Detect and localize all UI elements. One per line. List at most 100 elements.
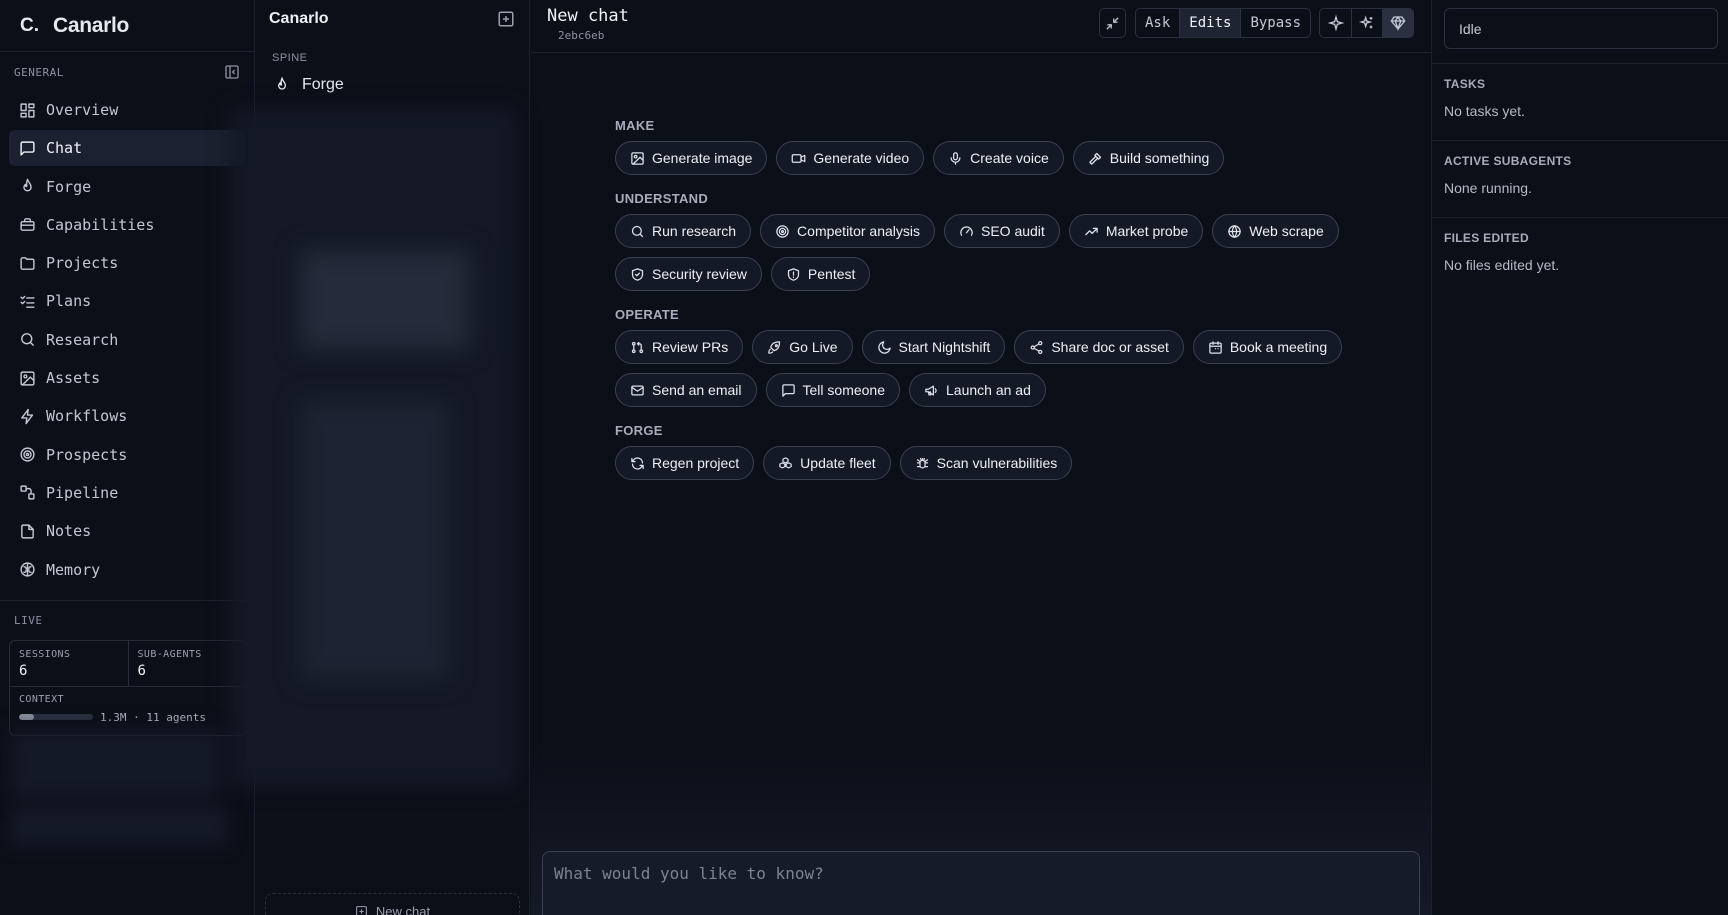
generate-image-button[interactable]: Generate image	[615, 141, 768, 175]
context-row: 1.3M · 11 agents	[19, 711, 237, 724]
start-nightshift-button[interactable]: Start Nightshift	[861, 330, 1006, 364]
boxes-icon	[779, 456, 792, 468]
nav-item-label: Workflows	[46, 407, 128, 426]
tasks-section: TASKS No tasks yet.	[1432, 63, 1728, 132]
megaphone-icon	[925, 385, 937, 395]
app: C. Canarlo GENERAL Overview Chat Forge Capa…	[0, 0, 1728, 915]
nav-item-memory[interactable]: Memory	[9, 552, 245, 588]
mic-icon	[950, 151, 961, 165]
regen-project-button[interactable]: Regen project	[615, 446, 755, 480]
chip-label: Update fleet	[800, 455, 876, 471]
sessions-value: 6	[19, 662, 28, 679]
live-section-header: LIVE	[0, 599, 254, 640]
nav-item-research[interactable]: Research	[9, 322, 245, 358]
nav-list: Overview Chat Forge Capabilities Projects Pla…	[0, 92, 254, 588]
nav-item-forge[interactable]: Forge	[9, 169, 245, 205]
generate-video-button[interactable]: Generate video	[776, 141, 925, 175]
refresh-icon	[631, 456, 644, 470]
collapse-sidebar-icon[interactable]	[224, 64, 240, 80]
tell-someone-button[interactable]: Tell someone	[765, 373, 901, 407]
status-field[interactable]: Idle	[1444, 8, 1718, 49]
spine-item-label: Forge	[302, 76, 344, 93]
brand-name: Canarlo	[53, 13, 130, 37]
nav-item-overview[interactable]: Overview	[9, 92, 245, 128]
group-label-forge: FORGE	[615, 423, 663, 438]
chat-topbar: New chat 2ebc6eb Ask Edits Bypass	[531, 0, 1431, 53]
flame-icon	[23, 178, 32, 192]
build-something-button[interactable]: Build something	[1072, 141, 1225, 175]
mode-bypass-button[interactable]: Bypass	[1240, 9, 1310, 37]
share-doc-or-asset-button[interactable]: Share doc or asset	[1014, 330, 1184, 364]
nav-item-prospects[interactable]: Prospects	[9, 437, 245, 473]
context-progress-fill	[19, 714, 34, 721]
scan-vulnerabilities-button[interactable]: Scan vulnerabilities	[899, 446, 1073, 480]
go-live-button[interactable]: Go Live	[752, 330, 853, 364]
spine-item-forge[interactable]: Forge	[255, 70, 529, 100]
mode-ask-button[interactable]: Ask	[1136, 9, 1179, 37]
security-review-button[interactable]: Security review	[615, 257, 762, 291]
gem-button[interactable]	[1382, 9, 1413, 37]
file-icon	[21, 524, 34, 539]
send-an-email-button[interactable]: Send an email	[615, 373, 757, 407]
chip-label: Share doc or asset	[1051, 339, 1169, 355]
search-icon	[631, 225, 644, 237]
nav-item-notes[interactable]: Notes	[9, 513, 245, 549]
chip-label: Generate video	[813, 150, 910, 166]
nav-item-assets[interactable]: Assets	[9, 360, 245, 396]
run-research-button[interactable]: Run research	[615, 214, 752, 248]
market-probe-button[interactable]: Market probe	[1068, 214, 1204, 248]
nav-item-workflows[interactable]: Workflows	[9, 398, 245, 434]
nav-item-chat[interactable]: Chat	[9, 130, 245, 167]
toolbox-icon	[20, 218, 35, 232]
general-section-label: GENERAL	[14, 65, 64, 79]
context-text: 1.3M · 11 agents	[100, 710, 206, 724]
nav-item-label: Memory	[46, 560, 101, 579]
image-icon	[631, 151, 644, 165]
bug-icon	[916, 457, 928, 468]
nav-item-label: Prospects	[46, 445, 128, 464]
review-prs-button[interactable]: Review PRs	[615, 330, 744, 364]
grid-icon	[20, 102, 35, 118]
chat-hash: 2ebc6eb	[558, 29, 605, 42]
subagents-section: ACTIVE SUBAGENTS None running.	[1432, 140, 1728, 209]
sparkle-icon	[1327, 15, 1344, 31]
minimize-button[interactable]	[1099, 8, 1126, 38]
tasks-label: TASKS	[1444, 77, 1486, 91]
minimize-icon	[1106, 16, 1119, 30]
new-chat-button[interactable]: New chat	[265, 893, 520, 915]
brain-icon	[20, 562, 35, 577]
composer-input[interactable]	[554, 864, 1408, 883]
pentest-button[interactable]: Pentest	[770, 257, 871, 291]
seo-audit-button[interactable]: SEO audit	[943, 214, 1060, 248]
subagents-value: 6	[137, 662, 146, 679]
nav-item-pipeline[interactable]: Pipeline	[9, 475, 245, 511]
chat-icon	[20, 141, 35, 156]
chip-label: Send an email	[652, 382, 742, 398]
sparkles-button[interactable]	[1351, 9, 1382, 37]
book-a-meeting-button[interactable]: Book a meeting	[1192, 330, 1343, 364]
update-fleet-button[interactable]: Update fleet	[763, 446, 891, 480]
mode-selector: Ask Edits Bypass	[1135, 8, 1312, 38]
chip-label: Create voice	[970, 150, 1049, 166]
nav-item-projects[interactable]: Projects	[9, 245, 245, 281]
chip-group: Run research Competitor analysis SEO audit…	[615, 214, 1355, 291]
quick-actions: MAKE Generate image Generate video Create v…	[615, 118, 1375, 496]
competitor-analysis-button[interactable]: Competitor analysis	[760, 214, 935, 248]
plus-square-icon	[355, 906, 367, 915]
group-label-understand: UNDERSTAND	[615, 191, 709, 206]
new-chat-icon[interactable]	[497, 10, 515, 28]
video-icon	[792, 153, 806, 163]
nav-item-plans[interactable]: Plans	[9, 283, 245, 319]
brand[interactable]: C. Canarlo	[0, 0, 254, 52]
nav-item-capabilities[interactable]: Capabilities	[9, 207, 245, 243]
sparkle-button[interactable]	[1320, 9, 1351, 37]
blurred-region	[300, 400, 450, 680]
create-voice-button[interactable]: Create voice	[933, 141, 1064, 175]
launch-an-ad-button[interactable]: Launch an ad	[909, 373, 1046, 407]
web-scrape-button[interactable]: Web scrape	[1212, 214, 1339, 248]
right-panel: Idle TASKS No tasks yet. ACTIVE SUBAGENT…	[1431, 0, 1728, 915]
live-stats-row: SESSIONS 6 SUB-AGENTS 6	[10, 640, 246, 687]
subagents-section-label: ACTIVE SUBAGENTS	[1444, 154, 1572, 168]
mode-edits-button[interactable]: Edits	[1179, 9, 1241, 37]
context-label: CONTEXT	[19, 693, 64, 705]
